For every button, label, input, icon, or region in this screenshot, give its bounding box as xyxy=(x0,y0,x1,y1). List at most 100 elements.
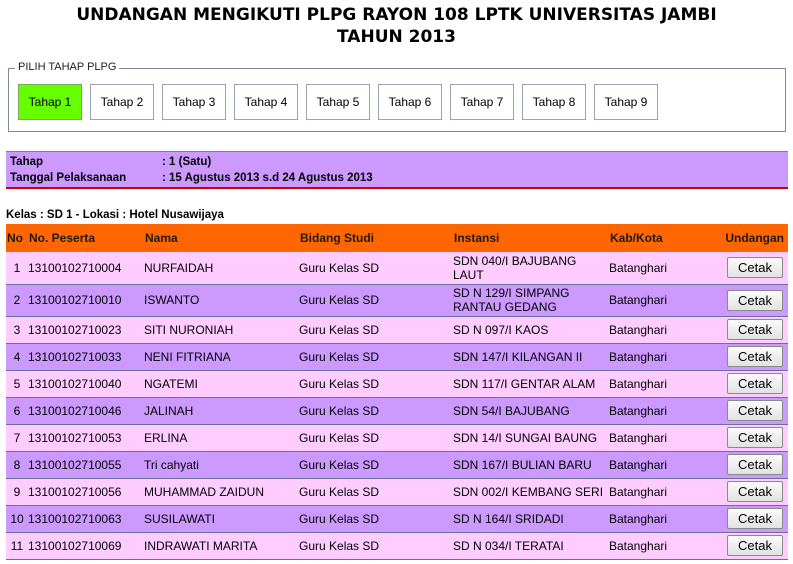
cell-undangan: Cetak xyxy=(707,505,788,532)
cell-kab-kota: Batanghari xyxy=(609,484,668,499)
cell-instansi: SDN 002/I KEMBANG SERI xyxy=(453,484,604,499)
table-row: 2 13100102710010 ISWANTO Guru Kelas SD SD N … xyxy=(6,284,788,316)
cell-bidang-studi: Guru Kelas SD xyxy=(299,484,380,499)
table-row: 7 13100102710053 ERLINA Guru Kelas SD SDN 14… xyxy=(6,424,788,451)
tab-tahap-3[interactable]: Tahap 3 xyxy=(162,84,226,120)
tab-tahap-7[interactable]: Tahap 7 xyxy=(450,84,514,120)
table-row: 10 13100102710063 SUSILAWATI Guru Kelas SD S… xyxy=(6,505,788,532)
cell-instansi: SDN 167/I BULIAN BARU xyxy=(453,457,592,472)
cell-no-peserta: 13100102710010 xyxy=(28,293,122,307)
cetak-button[interactable]: Cetak xyxy=(727,289,783,311)
table-row: 6 13100102710046 JALINAH Guru Kelas SD SDN 5… xyxy=(6,397,788,424)
cell-instansi: SD N 129/I SIMPANG RANTAU GEDANG xyxy=(453,286,570,314)
cell-nama: ERLINA xyxy=(144,430,188,445)
cell-no-peserta: 13100102710063 xyxy=(28,511,122,526)
cetak-button[interactable]: Cetak xyxy=(727,481,783,502)
cetak-button[interactable]: Cetak xyxy=(727,454,783,475)
kelas-lokasi-heading: Kelas : SD 1 - Lokasi : Hotel Nusawijaya xyxy=(6,209,224,221)
cell-nama: NURFAIDAH xyxy=(144,260,214,275)
cell-nama: NENI FITRIANA xyxy=(144,349,231,364)
cell-no-peserta: 13100102710069 xyxy=(28,538,122,553)
cetak-button[interactable]: Cetak xyxy=(727,373,783,394)
cetak-button[interactable]: Cetak xyxy=(727,427,783,448)
cell-kab-kota: Batanghari xyxy=(609,403,668,418)
cell-no-peserta: 13100102710040 xyxy=(28,376,122,391)
table-row: 5 13100102710040 NGATEMI Guru Kelas SD SDN 1… xyxy=(6,370,788,397)
cell-no-peserta: 13100102710023 xyxy=(28,322,122,337)
tab-tahap-1[interactable]: Tahap 1 xyxy=(18,84,82,120)
tahap-value: : 1 (Satu) xyxy=(162,156,212,168)
tab-tahap-6[interactable]: Tahap 6 xyxy=(378,84,442,120)
col-header-no-peserta: No. Peserta xyxy=(29,231,96,245)
cell-undangan: Cetak xyxy=(707,370,788,397)
cell-nama: ISWANTO xyxy=(144,293,200,307)
tab-tahap-4[interactable]: Tahap 4 xyxy=(234,84,298,120)
cell-nama: Tri cahyati xyxy=(144,457,199,472)
cell-kab-kota: Batanghari xyxy=(609,538,668,553)
tahap-selector: PILIH TAHAP PLPG Tahap 1 Tahap 2 Tahap 3 Ta… xyxy=(8,61,786,132)
cetak-button[interactable]: Cetak xyxy=(727,346,783,367)
cell-no-peserta: 13100102710053 xyxy=(28,430,122,445)
tab-tahap-2[interactable]: Tahap 2 xyxy=(90,84,154,120)
cell-instansi: SD N 164/I SRIDADI xyxy=(453,511,564,526)
cell-nama: SUSILAWATI xyxy=(144,511,215,526)
tanggal-label: Tanggal Pelaksanaan xyxy=(10,172,127,184)
col-header-undangan: Undangan xyxy=(725,231,784,245)
cell-bidang-studi: Guru Kelas SD xyxy=(299,430,380,445)
cell-instansi: SDN 117/I GENTAR ALAM xyxy=(453,376,596,391)
cell-no: 1 xyxy=(13,260,21,275)
participants-table: No No. Peserta Nama Bidang Studi Instans… xyxy=(6,224,788,560)
cell-bidang-studi: Guru Kelas SD xyxy=(299,376,380,391)
cell-undangan: Cetak xyxy=(707,343,788,370)
col-header-kab-kota: Kab/Kota xyxy=(610,231,663,245)
cell-nama: INDRAWATI MARITA xyxy=(144,538,258,553)
cell-bidang-studi: Guru Kelas SD xyxy=(299,260,380,275)
cell-bidang-studi: Guru Kelas SD xyxy=(299,511,380,526)
cell-bidang-studi: Guru Kelas SD xyxy=(299,349,380,364)
cell-undangan: Cetak xyxy=(707,397,788,424)
cell-kab-kota: Batanghari xyxy=(609,430,668,445)
page-title-line-2: TAHUN 2013 xyxy=(337,27,456,47)
cell-kab-kota: Batanghari xyxy=(609,457,668,472)
cell-kab-kota: Batanghari xyxy=(609,293,668,307)
cell-kab-kota: Batanghari xyxy=(609,260,668,275)
tab-tahap-8[interactable]: Tahap 8 xyxy=(522,84,586,120)
cell-no: 9 xyxy=(13,484,21,499)
cell-instansi: SDN 040/I BAJUBANG LAUT xyxy=(453,253,577,282)
cell-instansi: SD N 097/I KAOS xyxy=(453,322,549,337)
cetak-button[interactable]: Cetak xyxy=(727,535,783,556)
table-row: 1 13100102710004 NURFAIDAH Guru Kelas SD SDN… xyxy=(6,252,788,284)
cell-no: 11 xyxy=(10,538,24,553)
cell-bidang-studi: Guru Kelas SD xyxy=(299,403,380,418)
cell-nama: NGATEMI xyxy=(144,376,198,391)
col-header-no: No xyxy=(7,231,23,245)
tab-tahap-5[interactable]: Tahap 5 xyxy=(306,84,370,120)
cell-kab-kota: Batanghari xyxy=(609,322,668,337)
cell-undangan: Cetak xyxy=(707,451,788,478)
cell-no: 7 xyxy=(13,430,21,445)
cell-undangan: Cetak xyxy=(707,478,788,505)
cell-instansi: SD N 034/I TERATAI xyxy=(453,538,564,553)
cell-no-peserta: 13100102710033 xyxy=(28,349,122,364)
table-row: 4 13100102710033 NENI FITRIANA Guru Kelas S… xyxy=(6,343,788,370)
tab-tahap-9[interactable]: Tahap 9 xyxy=(594,84,658,120)
cell-no-peserta: 13100102710056 xyxy=(28,484,122,499)
cell-bidang-studi: Guru Kelas SD xyxy=(299,457,380,472)
cell-undangan: Cetak xyxy=(707,284,788,316)
cell-no: 4 xyxy=(13,349,21,364)
cetak-button[interactable]: Cetak xyxy=(727,508,783,529)
col-header-instansi: Instansi xyxy=(454,231,500,245)
tahap-label: Tahap xyxy=(10,156,44,168)
cell-nama: MUHAMMAD ZAIDUN xyxy=(144,484,264,499)
tahap-info-panel: Tahap : 1 (Satu) Tanggal Pelaksanaan : 1… xyxy=(6,151,788,189)
cell-kab-kota: Batanghari xyxy=(609,376,668,391)
cell-instansi: SDN 14/I SUNGAI BAUNG xyxy=(453,430,598,445)
cell-instansi: SDN 54/I BAJUBANG xyxy=(453,403,570,418)
cell-no-peserta: 13100102710046 xyxy=(28,403,122,418)
cell-no: 3 xyxy=(13,322,21,337)
cetak-button[interactable]: Cetak xyxy=(727,400,783,421)
cetak-button[interactable]: Cetak xyxy=(727,319,783,340)
cell-undangan: Cetak xyxy=(707,424,788,451)
cetak-button[interactable]: Cetak xyxy=(727,257,783,279)
cell-no: 6 xyxy=(13,403,21,418)
